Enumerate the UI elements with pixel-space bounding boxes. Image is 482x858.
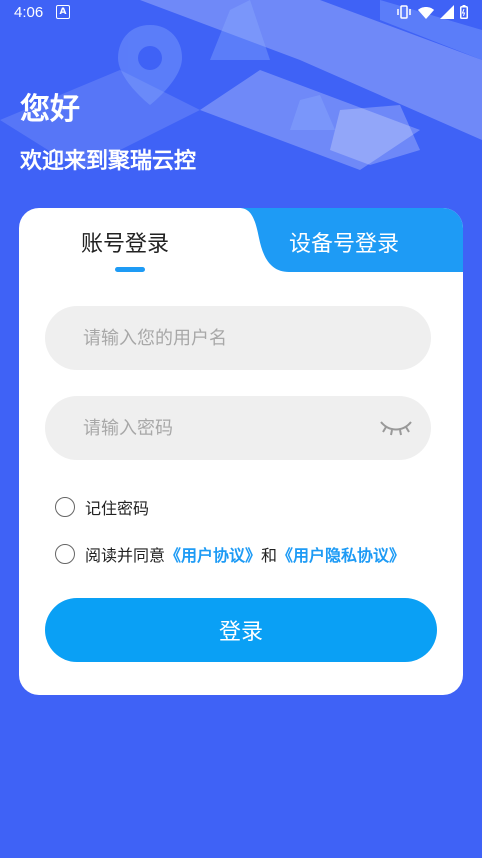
agree-and: 和 bbox=[261, 546, 278, 565]
greeting-title: 您好 bbox=[20, 92, 80, 127]
remember-label: 记住密码 bbox=[85, 499, 150, 518]
password-field[interactable] bbox=[45, 396, 431, 460]
username-input[interactable] bbox=[81, 326, 365, 350]
agreement-row[interactable]: 阅读并同意 《用户协议》 和 《用户隐私协议》 bbox=[55, 542, 405, 566]
agree-radio[interactable] bbox=[55, 544, 75, 564]
login-card: 账号登录 设备号登录 记住密码 阅读并同意 《用户协议》 和 《用户隐私协议》 … bbox=[19, 208, 463, 695]
vibrate-icon bbox=[397, 5, 411, 19]
login-button[interactable]: 登录 bbox=[45, 598, 437, 662]
welcome-subtitle: 欢迎来到聚瑞云控 bbox=[20, 149, 197, 174]
remember-radio[interactable] bbox=[55, 497, 75, 517]
privacy-agreement-link[interactable]: 《用户隐私协议》 bbox=[277, 542, 405, 566]
signal-icon bbox=[440, 5, 454, 19]
status-icons bbox=[396, 5, 468, 19]
status-time: 4:06 bbox=[14, 4, 44, 21]
tab-account-login[interactable]: 账号登录 bbox=[81, 226, 169, 258]
a-icon: A bbox=[56, 5, 70, 19]
status-bar: 4:06 A bbox=[0, 0, 482, 26]
tab-device-login[interactable]: 设备号登录 bbox=[289, 226, 399, 258]
eye-closed-icon[interactable] bbox=[379, 418, 413, 438]
password-input[interactable] bbox=[81, 416, 365, 440]
user-agreement-link[interactable]: 《用户协议》 bbox=[165, 542, 261, 566]
active-tab-indicator bbox=[115, 267, 145, 272]
battery-icon bbox=[460, 5, 468, 19]
remember-password-row[interactable]: 记住密码 bbox=[55, 495, 149, 519]
username-field[interactable] bbox=[45, 306, 431, 370]
wifi-icon bbox=[418, 6, 434, 19]
agree-prefix: 阅读并同意 bbox=[85, 546, 166, 565]
